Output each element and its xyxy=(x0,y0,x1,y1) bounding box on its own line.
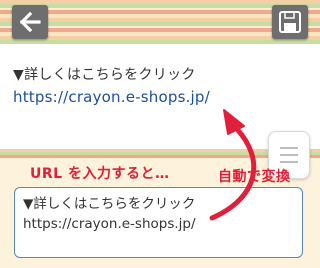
input-line-url: https://crayon.e-shops.jp/ xyxy=(23,216,196,232)
preview-link[interactable]: https://crayon.e-shops.jp/ xyxy=(13,88,210,106)
floppy-disk-icon xyxy=(279,11,301,33)
handle-line-icon xyxy=(280,161,298,163)
message-input[interactable]: ▼詳しくはこちらをクリック https://crayon.e-shops.jp/ xyxy=(14,187,303,258)
input-line-text: ▼詳しくはこちらをクリック xyxy=(23,196,196,212)
back-arrow-icon xyxy=(19,12,41,32)
preview-text: ▼詳しくはこちらをクリック xyxy=(13,67,196,83)
screen: ▼詳しくはこちらをクリック https://crayon.e-shops.jp/… xyxy=(0,0,320,268)
handle-line-icon xyxy=(280,147,298,149)
save-button[interactable] xyxy=(272,5,308,39)
back-button[interactable] xyxy=(12,5,48,39)
instruction-caption: URL を入力すると… xyxy=(30,166,170,182)
handle-line-icon xyxy=(280,154,298,156)
auto-convert-caption: 自動で変換 xyxy=(218,169,291,185)
